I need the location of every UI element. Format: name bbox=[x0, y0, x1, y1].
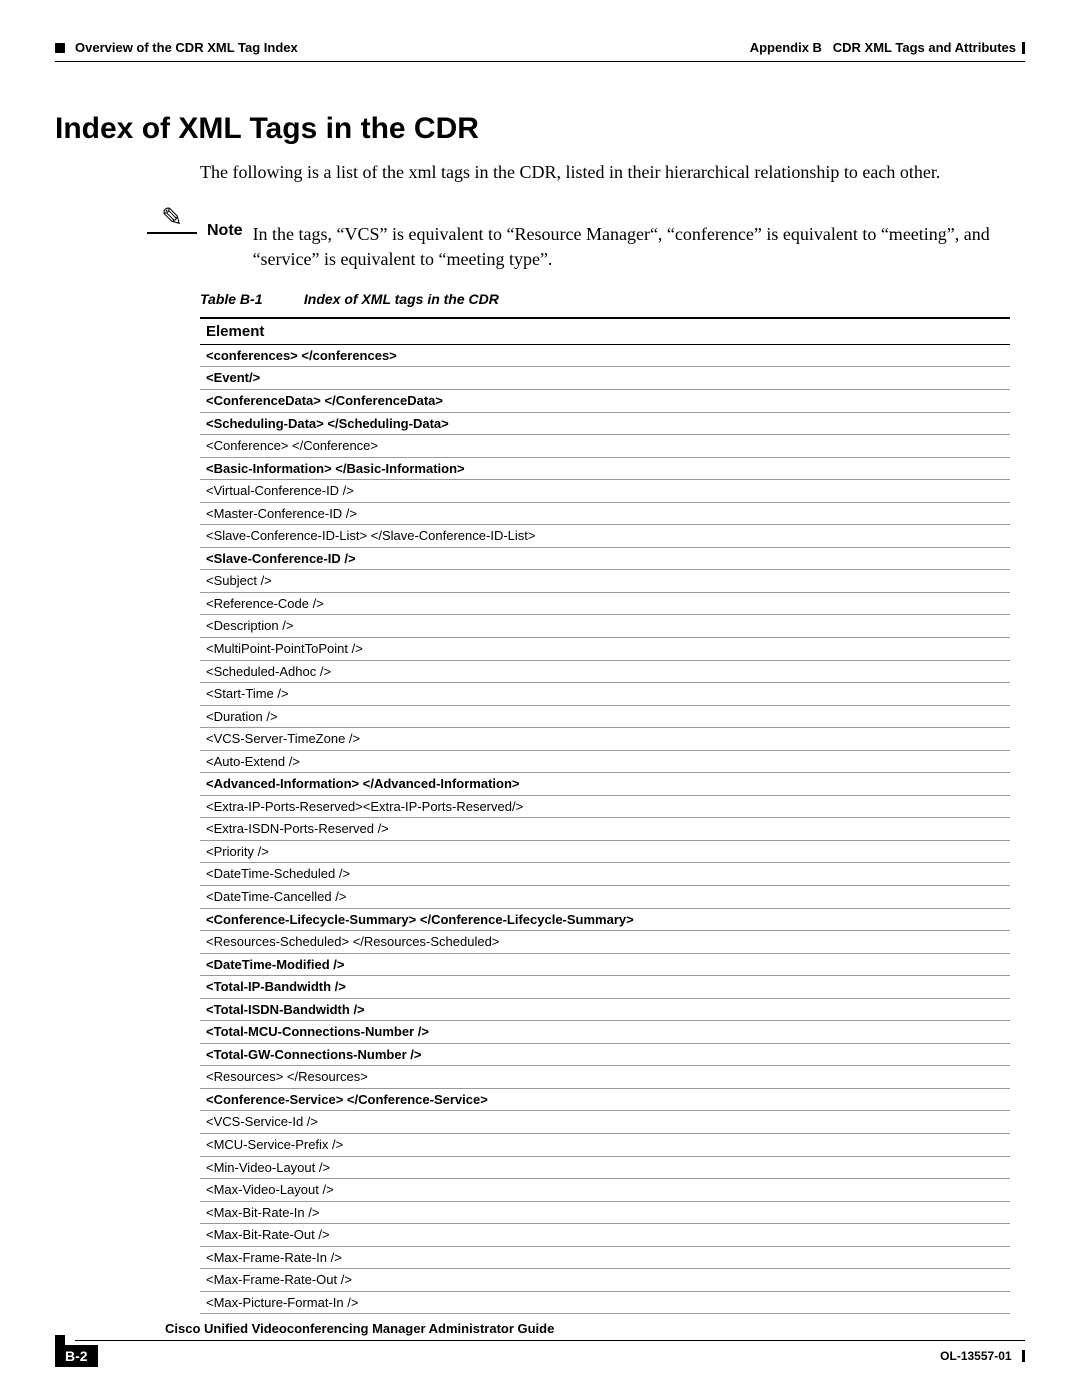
table-row: <VCS-Service-Id /> bbox=[200, 1111, 1010, 1134]
table-row: <VCS-Server-TimeZone /> bbox=[200, 728, 1010, 751]
table-row: <DateTime-Scheduled /> bbox=[200, 863, 1010, 886]
table-row: <Conference-Service> </Conference-Servic… bbox=[200, 1088, 1010, 1111]
table-row: <Slave-Conference-ID-List> </Slave-Confe… bbox=[200, 525, 1010, 548]
table-row: <Reference-Code /> bbox=[200, 592, 1010, 615]
page-number: B-2 bbox=[55, 1345, 98, 1367]
table-id: Table B-1 bbox=[200, 291, 300, 307]
pencil-icon: ✎ bbox=[147, 204, 197, 230]
table-row: <Priority /> bbox=[200, 840, 1010, 863]
table-row: <Max-Bit-Rate-In /> bbox=[200, 1201, 1010, 1224]
table-row: <Max-Frame-Rate-In /> bbox=[200, 1246, 1010, 1269]
note-block: ✎ Note In the tags, “VCS” is equivalent … bbox=[55, 204, 1025, 271]
header-appendix: Appendix B bbox=[750, 40, 822, 55]
table-row: <Extra-IP-Ports-Reserved><Extra-IP-Ports… bbox=[200, 795, 1010, 818]
table-row: <Max-Bit-Rate-Out /> bbox=[200, 1224, 1010, 1247]
intro-paragraph: The following is a list of the xml tags … bbox=[200, 160, 1025, 184]
header-square-icon bbox=[55, 43, 65, 53]
table-row: <ConferenceData> </ConferenceData> bbox=[200, 389, 1010, 412]
xml-tag-table: Element <conferences> </conferences><Eve… bbox=[200, 317, 1010, 1315]
table-row: <Auto-Extend /> bbox=[200, 750, 1010, 773]
table-row: <Master-Conference-ID /> bbox=[200, 502, 1010, 525]
table-row: <Total-MCU-Connections-Number /> bbox=[200, 1021, 1010, 1044]
page-title: Index of XML Tags in the CDR bbox=[55, 112, 1025, 146]
table-row: <Max-Frame-Rate-Out /> bbox=[200, 1269, 1010, 1292]
table-row: <Virtual-Conference-ID /> bbox=[200, 480, 1010, 503]
table-row: <Subject /> bbox=[200, 570, 1010, 593]
note-label: Note bbox=[207, 222, 243, 240]
page-footer: Cisco Unified Videoconferencing Manager … bbox=[55, 1320, 1025, 1367]
table-row: <Min-Video-Layout /> bbox=[200, 1156, 1010, 1179]
table-row: <Extra-ISDN-Ports-Reserved /> bbox=[200, 818, 1010, 841]
table-row: <MCU-Service-Prefix /> bbox=[200, 1134, 1010, 1157]
table-row: <Max-Picture-Format-In /> bbox=[200, 1291, 1010, 1314]
note-underline bbox=[147, 232, 197, 234]
table-row: <Resources> </Resources> bbox=[200, 1066, 1010, 1089]
table-row: <MultiPoint-PointToPoint /> bbox=[200, 638, 1010, 661]
table-row: <Total-ISDN-Bandwidth /> bbox=[200, 998, 1010, 1021]
table-row: <Scheduling-Data> </Scheduling-Data> bbox=[200, 412, 1010, 435]
header-rule bbox=[55, 61, 1025, 62]
table-caption-text: Index of XML tags in the CDR bbox=[304, 291, 499, 307]
table-row: <Conference-Lifecycle-Summary> </Confere… bbox=[200, 908, 1010, 931]
table-row: <Duration /> bbox=[200, 705, 1010, 728]
table-row: <Description /> bbox=[200, 615, 1010, 638]
page-header: Overview of the CDR XML Tag Index Append… bbox=[55, 40, 1025, 55]
table-row: <DateTime-Cancelled /> bbox=[200, 886, 1010, 909]
table-row: <Max-Video-Layout /> bbox=[200, 1179, 1010, 1202]
table-row: <Advanced-Information> </Advanced-Inform… bbox=[200, 773, 1010, 796]
table-header: Element bbox=[200, 318, 1010, 345]
table-row: <Total-GW-Connections-Number /> bbox=[200, 1043, 1010, 1066]
doc-id: OL-13557-01 bbox=[940, 1349, 1011, 1363]
header-bar-icon bbox=[1022, 42, 1025, 54]
table-row: <Start-Time /> bbox=[200, 683, 1010, 706]
footer-square-icon bbox=[55, 1335, 65, 1345]
table-row: <Scheduled-Adhoc /> bbox=[200, 660, 1010, 683]
table-row: <conferences> </conferences> bbox=[200, 344, 1010, 367]
table-row: <Total-IP-Bandwidth /> bbox=[200, 976, 1010, 999]
table-row: <DateTime-Modified /> bbox=[200, 953, 1010, 976]
note-text: In the tags, “VCS” is equivalent to “Res… bbox=[253, 222, 1025, 271]
table-row: <Slave-Conference-ID /> bbox=[200, 547, 1010, 570]
table-row: <Event/> bbox=[200, 367, 1010, 390]
footer-bar-icon bbox=[1022, 1350, 1025, 1362]
footer-guide-title: Cisco Unified Videoconferencing Manager … bbox=[165, 1321, 554, 1336]
header-right-title: CDR XML Tags and Attributes bbox=[833, 40, 1016, 55]
table-row: <Basic-Information> </Basic-Information> bbox=[200, 457, 1010, 480]
table-row: <Conference> </Conference> bbox=[200, 435, 1010, 458]
header-left-text: Overview of the CDR XML Tag Index bbox=[75, 40, 298, 55]
table-caption: Table B-1 Index of XML tags in the CDR bbox=[200, 291, 1025, 307]
table-row: <Resources-Scheduled> </Resources-Schedu… bbox=[200, 931, 1010, 954]
